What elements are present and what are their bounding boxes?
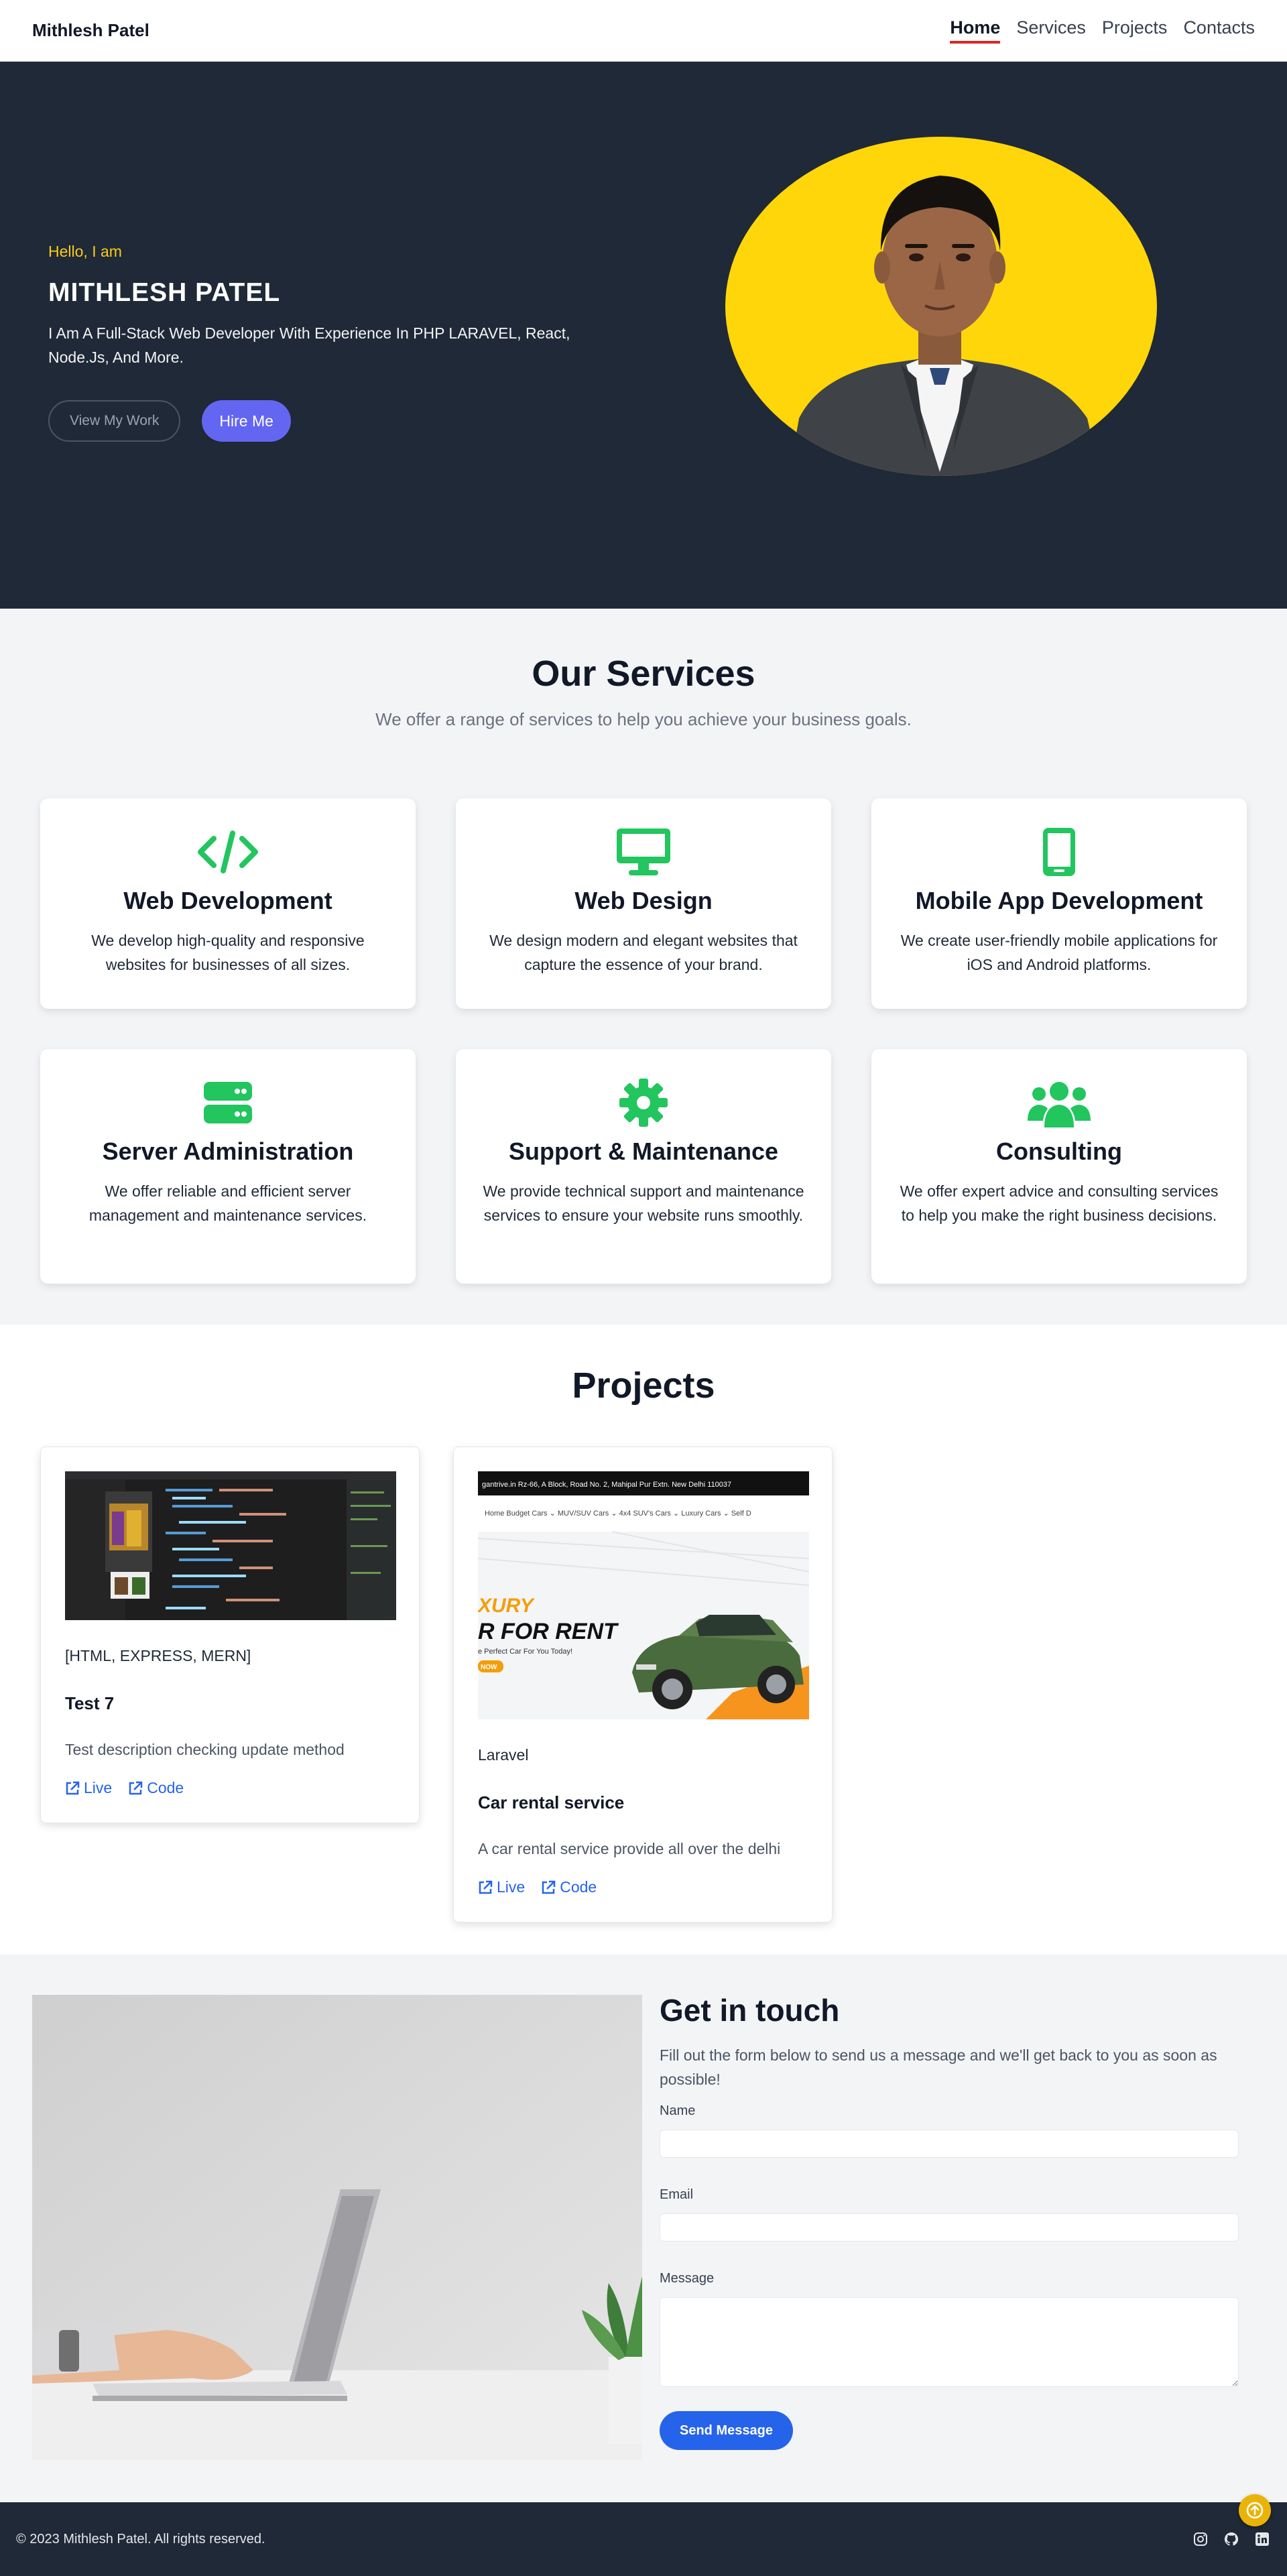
hero-text: Hello, I am MITHLESH PATEL I Am A Full-S… — [48, 243, 625, 442]
project-live-label: Live — [84, 1779, 113, 1796]
project-code-link[interactable]: Code — [128, 1779, 184, 1797]
send-message-button[interactable]: Send Message — [660, 2411, 793, 2450]
project-thumbnail — [65, 1471, 396, 1620]
service-card: Web Design We design modern and elegant … — [456, 798, 831, 1009]
service-card: Web Development We develop high-quality … — [40, 798, 416, 1009]
service-desc: We offer expert advice and consulting se… — [900, 1182, 1219, 1224]
services-title: Our Services — [532, 654, 755, 694]
email-field[interactable] — [660, 2213, 1239, 2242]
project-card: [HTML, EXPRESS, MERN] Test 7 Test descri… — [40, 1447, 420, 1823]
service-title: Support & Maintenance — [508, 1138, 779, 1165]
contact-intro: Fill out the form below to send us a mes… — [660, 2046, 1217, 2088]
project-code-label: Code — [147, 1779, 184, 1796]
hero-section: Hello, I am MITHLESH PATEL I Am A Full-S… — [0, 62, 1287, 609]
hero-buttons: View My Work Hire Me — [48, 400, 625, 442]
contact-section: Get in touch Fill out the form below to … — [0, 1955, 1287, 2502]
github-icon[interactable] — [1223, 2530, 1240, 2548]
code-icon — [40, 825, 416, 879]
view-my-work-button[interactable]: View My Work — [48, 400, 181, 442]
thumb-badge: NOW — [481, 1664, 497, 1671]
instagram-icon[interactable] — [1192, 2530, 1209, 2548]
scroll-to-top-button[interactable] — [1239, 2494, 1271, 2526]
services-section: Our Services We offer a range of service… — [0, 609, 1287, 1325]
project-tags: [HTML, EXPRESS, MERN] — [65, 1647, 251, 1664]
nav-link-projects[interactable]: Projects — [1102, 17, 1168, 44]
thumb-tagline: e Perfect Car For You Today! — [478, 1648, 572, 1656]
service-desc: We develop high-quality and responsive w… — [91, 932, 365, 973]
navbar: Mithlesh Patel Home Services Projects Co… — [0, 0, 1287, 62]
project-live-link[interactable]: Live — [478, 1878, 525, 1896]
service-card: Server Administration We offer reliable … — [40, 1049, 416, 1284]
external-link-icon — [542, 1880, 556, 1894]
service-desc: We offer reliable and efficient server m… — [88, 1182, 367, 1224]
service-title: Server Administration — [102, 1138, 354, 1165]
hero-greeting: Hello, I am — [48, 243, 122, 260]
project-code-label: Code — [560, 1878, 597, 1896]
project-tags: Laravel — [478, 1746, 529, 1764]
linkedin-icon[interactable] — [1253, 2530, 1271, 2548]
external-link-icon — [479, 1880, 493, 1894]
server-icon — [40, 1076, 416, 1129]
project-code-link[interactable]: Code — [541, 1878, 597, 1896]
service-desc: We design modern and elegant websites th… — [489, 932, 798, 973]
nav-links: Home Services Projects Contacts — [950, 17, 1255, 44]
desktop-icon — [456, 825, 831, 879]
project-thumbnail: gantrive.in Rz-66, A Block, Road No. 2, … — [478, 1471, 809, 1719]
service-card: Mobile App Development We create user-fr… — [871, 798, 1247, 1009]
project-live-label: Live — [497, 1878, 526, 1896]
arrow-up-circle-icon — [1246, 2502, 1264, 2519]
mobile-icon — [871, 825, 1247, 879]
nav-link-home[interactable]: Home — [950, 17, 1001, 44]
service-desc: We create user-friendly mobile applicati… — [900, 932, 1218, 973]
nav-link-contacts[interactable]: Contacts — [1183, 17, 1255, 44]
services-subtitle: We offer a range of services to help you… — [375, 709, 912, 729]
project-live-link[interactable]: Live — [65, 1779, 112, 1797]
project-description: Test description checking update method — [65, 1741, 345, 1758]
hire-me-button[interactable]: Hire Me — [202, 400, 291, 442]
message-label: Message — [660, 2271, 715, 2286]
contact-image — [32, 1995, 642, 2460]
service-card: Consulting We offer expert advice and co… — [871, 1049, 1247, 1284]
copyright-text: © 2023 Mithlesh Patel. All rights reserv… — [16, 2531, 265, 2547]
contact-form: Get in touch Fill out the form below to … — [660, 1992, 1239, 2450]
service-card: Support & Maintenance We provide technic… — [456, 1049, 831, 1284]
project-title: Car rental service — [478, 1792, 625, 1813]
nav-link-services[interactable]: Services — [1016, 17, 1086, 44]
message-field[interactable] — [660, 2297, 1239, 2387]
project-links: Live Code — [478, 1878, 808, 1922]
email-label: Email — [660, 2187, 694, 2202]
name-label: Name — [660, 2103, 696, 2118]
service-title: Mobile App Development — [915, 887, 1203, 914]
gear-icon — [456, 1076, 831, 1129]
project-links: Live Code — [65, 1779, 395, 1823]
service-desc: We provide technical support and mainten… — [483, 1182, 804, 1224]
thumb-menu-text: Home Budget Cars ⌄ MUV/SUV Cars ⌄ 4x4 SU… — [485, 1510, 751, 1518]
services-grid: Web Development We develop high-quality … — [40, 798, 1247, 1284]
hero-name: MITHLESH PATEL — [48, 278, 281, 307]
project-title: Test 7 — [65, 1693, 115, 1713]
thumb-topbar-text: gantrive.in Rz-66, A Block, Road No. 2, … — [482, 1481, 731, 1489]
service-title: Web Development — [123, 887, 332, 914]
service-title: Consulting — [996, 1138, 1122, 1165]
thumb-headline-2: R FOR RENT — [478, 1619, 619, 1644]
name-field[interactable] — [660, 2130, 1239, 2158]
external-link-icon — [66, 1781, 80, 1794]
external-link-icon — [129, 1781, 143, 1794]
service-title: Web Design — [574, 887, 713, 914]
project-card: gantrive.in Rz-66, A Block, Road No. 2, … — [453, 1447, 833, 1922]
project-description: A car rental service provide all over th… — [478, 1840, 781, 1857]
contact-title: Get in touch — [660, 1993, 840, 2028]
profile-photo — [725, 137, 1157, 476]
footer: © 2023 Mithlesh Patel. All rights reserv… — [0, 2494, 1287, 2576]
hero-description: I Am A Full-Stack Web Developer With Exp… — [48, 324, 570, 366]
thumb-headline-1: XURY — [478, 1595, 536, 1617]
projects-title: Projects — [572, 1365, 715, 1406]
brand-logo[interactable]: Mithlesh Patel — [32, 20, 149, 41]
projects-section: Projects [HTML, EXPRESS, MERN] Test 7 Te… — [0, 1325, 1287, 1955]
users-icon — [871, 1076, 1247, 1129]
social-links — [1192, 2530, 1271, 2548]
